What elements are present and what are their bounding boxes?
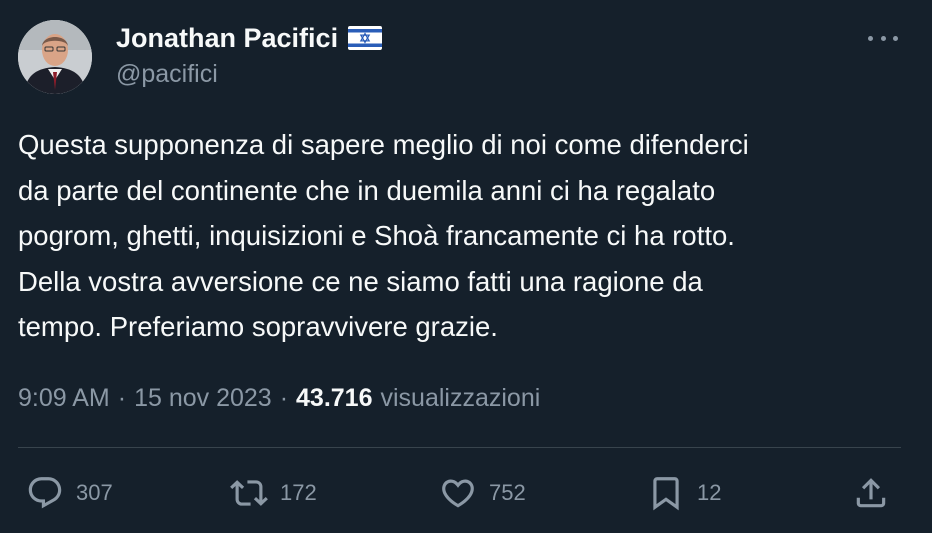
separator: · bbox=[279, 383, 289, 412]
like-icon bbox=[442, 479, 474, 508]
israel-flag-icon bbox=[348, 26, 383, 50]
share-icon bbox=[856, 478, 886, 508]
bookmark-icon bbox=[653, 477, 679, 511]
like-count: 752 bbox=[489, 480, 526, 505]
divider bbox=[18, 447, 901, 448]
views-count: 43.716 bbox=[296, 383, 373, 412]
bookmark-button[interactable]: 12 bbox=[647, 470, 721, 516]
action-bar: 307 172 752 12 bbox=[18, 470, 901, 516]
reply-button[interactable]: 307 bbox=[26, 470, 113, 516]
retweet-icon bbox=[230, 480, 268, 506]
tweet-text: Questa supponenza di sapere meglio di no… bbox=[18, 129, 749, 342]
reply-count: 307 bbox=[76, 480, 113, 505]
tweet-metadata: 9:09 AM · 15 nov 2023 · 43.716 visualizz… bbox=[18, 380, 540, 416]
separator: · bbox=[117, 383, 127, 412]
avatar[interactable] bbox=[18, 20, 92, 94]
author-name[interactable]: Jonathan Pacifici bbox=[116, 23, 338, 54]
tweet-time[interactable]: 9:09 AM bbox=[18, 384, 110, 413]
tweet-date[interactable]: 15 nov 2023 bbox=[134, 384, 272, 413]
author-name-row: Jonathan Pacifici bbox=[116, 20, 383, 56]
views-label: visualizzazioni bbox=[380, 383, 541, 412]
retweet-button[interactable]: 172 bbox=[230, 470, 317, 516]
more-options-icon[interactable] bbox=[868, 26, 898, 50]
share-button[interactable] bbox=[852, 470, 890, 516]
author-handle[interactable]: @pacifici bbox=[116, 60, 218, 89]
like-button[interactable]: 752 bbox=[439, 470, 526, 516]
retweet-count: 172 bbox=[280, 480, 317, 505]
reply-icon bbox=[28, 477, 62, 509]
bookmark-count: 12 bbox=[697, 480, 722, 505]
